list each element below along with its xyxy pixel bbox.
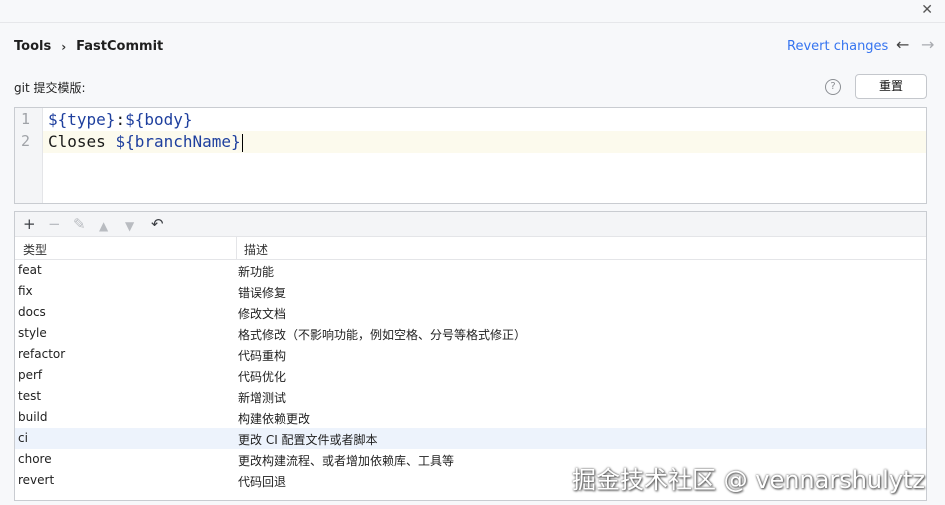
arrow-left-icon[interactable]: ←: [896, 35, 909, 54]
breadcrumb-current: FastCommit: [76, 39, 164, 54]
table-row[interactable]: docs 修改文档: [15, 302, 926, 323]
cell-description: 代码回退: [238, 475, 287, 489]
breadcrumb: Tools › FastCommit: [14, 39, 163, 54]
edit-pencil-icon[interactable]: ✎: [73, 215, 86, 233]
table-toolbar: + − ✎ ▲ ▼ ↶: [15, 212, 926, 237]
cell-description: 代码重构: [238, 349, 287, 363]
add-icon[interactable]: +: [23, 215, 36, 233]
column-divider[interactable]: [236, 237, 237, 259]
cell-type: fix: [18, 284, 33, 298]
line-number: 1: [21, 110, 31, 128]
cell-description: 新增测试: [238, 391, 287, 405]
cell-description: 更改 CI 配置文件或者脚本: [238, 433, 378, 447]
reset-button[interactable]: 重置: [855, 74, 927, 99]
cell-type: chore: [18, 452, 52, 466]
restore-icon[interactable]: ↶: [151, 215, 164, 233]
text-cursor: [241, 133, 244, 152]
template-editor[interactable]: 1 2 ${type}:${body} Closes ${branchName}: [14, 107, 927, 204]
code-line-text: Closes ${branchName}: [48, 132, 241, 151]
table-row[interactable]: perf 代码优化: [15, 365, 926, 386]
watermark-text: 掘金技术社区 @ vennarshulytz: [572, 466, 926, 494]
remove-icon[interactable]: −: [48, 215, 61, 233]
commit-types-table: + − ✎ ▲ ▼ ↶ 类型 描述 feat 新功能 fix 错误修复 docs 修改文档…: [14, 211, 927, 501]
move-up-icon[interactable]: ▲: [99, 217, 108, 235]
line-number-gutter: 1 2: [15, 108, 43, 203]
window-topbar: ✕: [0, 0, 945, 23]
code-line-text: ${type}:${body}: [48, 110, 193, 129]
code-line[interactable]: ${type}:${body}: [48, 109, 193, 131]
close-icon[interactable]: ✕: [921, 2, 933, 18]
cell-description: 错误修复: [238, 286, 287, 300]
cell-type: feat: [18, 263, 42, 277]
cell-description: 构建依赖更改: [238, 412, 311, 426]
table-row[interactable]: style 格式修改（不影响功能，例如空格、分号等格式修正）: [15, 323, 926, 344]
cell-type: perf: [18, 368, 43, 382]
table-body: feat 新功能 fix 错误修复 docs 修改文档 style 格式修改（不影响功能，例如…: [15, 260, 926, 491]
cell-type: refactor: [18, 347, 66, 361]
cell-type: build: [18, 410, 48, 424]
table-row[interactable]: build 构建依赖更改: [15, 407, 926, 428]
cell-description: 代码优化: [238, 370, 287, 384]
settings-header: Tools › FastCommit Revert changes ← →: [0, 23, 945, 69]
table-row[interactable]: feat 新功能: [15, 260, 926, 281]
arrow-right-icon[interactable]: →: [921, 35, 934, 54]
cell-description: 格式修改（不影响功能，例如空格、分号等格式修正）: [238, 328, 527, 342]
breadcrumb-root[interactable]: Tools: [14, 39, 51, 54]
help-icon[interactable]: ?: [825, 79, 841, 95]
cell-type: docs: [18, 305, 46, 319]
code-line-current[interactable]: Closes ${branchName}: [43, 131, 926, 153]
line-number: 2: [21, 132, 31, 150]
chevron-right-icon: ›: [61, 39, 67, 54]
cell-type: ci: [18, 431, 28, 445]
table-row[interactable]: ci 更改 CI 配置文件或者脚本: [15, 428, 926, 449]
cell-type: revert: [18, 473, 55, 487]
cell-description: 新功能: [238, 265, 275, 279]
revert-changes-link[interactable]: Revert changes: [787, 39, 888, 54]
table-row[interactable]: refactor 代码重构: [15, 344, 926, 365]
cell-description: 更改构建流程、或者增加依赖库、工具等: [238, 454, 455, 468]
move-down-icon[interactable]: ▼: [125, 217, 134, 235]
template-label: git 提交模版:: [14, 81, 86, 95]
column-header-description[interactable]: 描述: [244, 241, 268, 258]
cell-description: 修改文档: [238, 307, 287, 321]
cell-type: test: [18, 389, 42, 403]
table-row[interactable]: test 新增测试: [15, 386, 926, 407]
column-header-type[interactable]: 类型: [23, 241, 47, 258]
cell-type: style: [18, 326, 47, 340]
table-row[interactable]: fix 错误修复: [15, 281, 926, 302]
table-header: 类型 描述: [15, 237, 926, 260]
